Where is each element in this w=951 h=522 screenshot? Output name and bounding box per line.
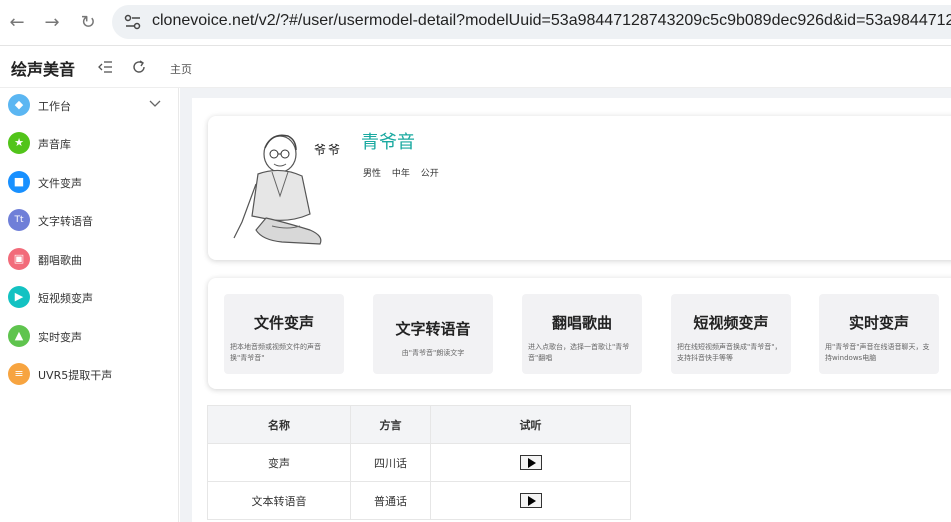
reload-icon[interactable]: ↻ — [77, 12, 99, 34]
tag-gender: 男性 — [363, 169, 382, 179]
cell-listen — [430, 481, 631, 520]
sidebar-item-text-to-speech[interactable]: Tt 文字转语音 — [0, 203, 179, 241]
sidebar-item-cover-songs[interactable]: ▣ 翻唱歌曲 — [0, 242, 179, 280]
feature-card: 文件变声 把本地音频或视频文件的声音换"青爷音" 文字转语音 由"青爷音"朗读文… — [208, 278, 951, 389]
profile-card: 爷 爷 青爷音 男性 中年 公开 — [208, 116, 951, 260]
audio-samples-table: 名称 方言 试听 变声 四川话 文本转语音 普通话 — [207, 405, 631, 520]
chevron-down-icon[interactable] — [148, 96, 162, 110]
sidebar-item-label: 文字转语音 — [38, 215, 93, 228]
cell-name: 文本转语音 — [207, 481, 351, 520]
sidebar: ◆ 工作台 ★ 声音库 ■ 文件变声 Tt 文字转语音 ▣ 翻唱歌曲 ▶ 短视频… — [0, 88, 179, 522]
column-header-listen: 试听 — [430, 405, 631, 444]
cell-dialect: 普通话 — [350, 481, 431, 520]
forward-arrow-icon[interactable]: → — [41, 12, 63, 34]
tag-visibility: 公开 — [420, 169, 439, 179]
feature-text-to-speech[interactable]: 文字转语音 由"青爷音"朗读文字 — [373, 294, 493, 374]
tag-age: 中年 — [391, 169, 410, 179]
feature-short-video-voice[interactable]: 短视频变声 把在线短视频声音换成"青爷音"，支持抖音快手等等 — [671, 294, 791, 374]
extract-icon: ≡ — [8, 363, 30, 385]
text-icon: Tt — [8, 209, 30, 231]
svg-text:爷: 爷 — [314, 143, 326, 157]
feature-desc: 把在线短视频声音换成"青爷音"，支持抖音快手等等 — [677, 343, 782, 362]
feature-cover-songs[interactable]: 翻唱歌曲 进入点歌台，选择一首歌让"青爷音"翻唱 — [522, 294, 642, 374]
trophy-icon: ★ — [8, 132, 30, 154]
video-icon: ■ — [8, 171, 30, 193]
feature-desc: 由"青爷音"朗读文字 — [401, 349, 465, 357]
feature-title: 短视频变声 — [693, 314, 769, 332]
main-area: 爷 爷 青爷音 男性 中年 公开 文件变声 把本地音频或视频文件的声音换"青爷音… — [180, 88, 951, 522]
app-logo[interactable]: 绘声美音 — [11, 56, 75, 80]
svg-text:爷: 爷 — [328, 143, 340, 157]
address-bar[interactable]: clonevoice.net/v2/?#/user/usermodel-deta… — [112, 5, 951, 39]
sidebar-item-label: 翻唱歌曲 — [38, 254, 82, 267]
play-button[interactable] — [519, 493, 542, 508]
play-button[interactable] — [519, 455, 542, 470]
model-name: 青爷音 — [361, 132, 415, 153]
sidebar-item-voice-library[interactable]: ★ 声音库 — [0, 126, 179, 164]
sidebar-item-label: 短视频变声 — [38, 292, 93, 305]
cell-name: 变声 — [207, 443, 351, 482]
mic-icon: ▲ — [8, 325, 30, 347]
music-icon: ▣ — [8, 248, 30, 270]
sidebar-item-short-video-voice[interactable]: ▶ 短视频变声 — [0, 280, 179, 318]
cell-dialect: 四川话 — [350, 443, 431, 482]
cell-listen — [430, 443, 631, 482]
app-header: 绘声美音 主页 — [0, 46, 951, 88]
site-settings-icon[interactable] — [124, 14, 142, 30]
sidebar-item-label: 实时变声 — [38, 331, 82, 344]
column-header-name: 名称 — [207, 405, 351, 444]
feature-desc: 把本地音频或视频文件的声音换"青爷音" — [230, 343, 321, 362]
sidebar-item-label: 工作台 — [38, 100, 71, 113]
play-icon: ▶ — [8, 286, 30, 308]
sidebar-item-label: 文件变声 — [38, 177, 82, 190]
sidebar-item-workbench[interactable]: ◆ 工作台 — [0, 88, 179, 126]
feature-realtime-voice[interactable]: 实时变声 用"青爷音"声音在线语音聊天，支持windows电脑 — [819, 294, 939, 374]
feature-desc: 用"青爷音"声音在线语音聊天，支持windows电脑 — [825, 343, 930, 362]
sidebar-item-label: UVR5提取干声 — [38, 369, 113, 382]
feature-title: 文件变声 — [253, 314, 314, 332]
feature-desc: 进入点歌台，选择一首歌让"青爷音"翻唱 — [528, 343, 630, 362]
model-tags: 男性 中年 公开 — [363, 166, 447, 179]
table-row: 文本转语音 普通话 — [207, 481, 631, 520]
sidebar-item-label: 声音库 — [38, 138, 71, 151]
url-text[interactable]: clonevoice.net/v2/?#/user/usermodel-deta… — [152, 12, 951, 30]
back-arrow-icon[interactable]: ← — [6, 12, 28, 34]
feature-title: 翻唱歌曲 — [551, 314, 612, 332]
voice-avatar-illustration: 爷 爷 — [233, 134, 340, 245]
sidebar-item-uvr5[interactable]: ≡ UVR5提取干声 — [0, 357, 179, 395]
content-panel: 爷 爷 青爷音 男性 中年 公开 文件变声 把本地音频或视频文件的声音换"青爷音… — [192, 98, 951, 522]
feature-title: 文字转语音 — [395, 320, 471, 338]
column-header-dialect: 方言 — [350, 405, 431, 444]
diamond-icon: ◆ — [8, 94, 30, 116]
refresh-icon[interactable] — [131, 59, 147, 75]
table-row: 变声 四川话 — [207, 443, 631, 482]
breadcrumb-home[interactable]: 主页 — [170, 61, 192, 77]
menu-collapse-icon[interactable] — [98, 59, 114, 75]
browser-toolbar: ← → ↻ clonevoice.net/v2/?#/user/usermode… — [0, 0, 951, 46]
feature-title: 实时变声 — [848, 314, 909, 332]
feature-file-voice-change[interactable]: 文件变声 把本地音频或视频文件的声音换"青爷音" — [224, 294, 344, 374]
sidebar-item-file-voice-change[interactable]: ■ 文件变声 — [0, 165, 179, 203]
sidebar-item-realtime-voice[interactable]: ▲ 实时变声 — [0, 319, 179, 357]
